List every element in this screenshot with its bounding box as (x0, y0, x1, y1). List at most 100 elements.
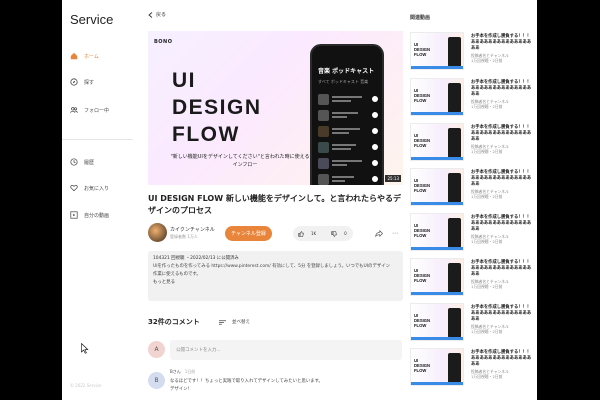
related-thumbnail[interactable]: UI DESIGN FLOW (410, 303, 464, 341)
related-video-item[interactable]: UI DESIGN FLOW お手本を作成し勝負する！！！ああああああああああああああ… (410, 303, 535, 345)
more-options-icon[interactable]: ⋯ (392, 230, 398, 237)
related-heading: 関連動画 (410, 15, 431, 21)
related-video-item[interactable]: UI DESIGN FLOW お手本を作成し勝負する！！！ああああああああああああああ… (410, 78, 535, 120)
sort-button[interactable]: 並べ替え (219, 319, 250, 325)
subscriber-count: 登録者数 1万人 (170, 234, 198, 239)
sidebar-item-history[interactable]: 履歴 (70, 155, 94, 169)
sidebar-item-my-videos[interactable]: 自分の動画 (70, 208, 109, 222)
related-video-item[interactable]: UI DESIGN FLOW お手本を作成し勝負する！！！ああああああああああああああ… (410, 258, 535, 300)
channel-name[interactable]: カイクンチャンネル (170, 226, 215, 233)
comment-author: Bさん 1日前 (170, 369, 196, 374)
sort-icon (219, 319, 226, 325)
related-phone-mockup (448, 263, 461, 293)
thumbs-down-icon (331, 230, 337, 237)
mouse-cursor-icon (81, 343, 89, 354)
related-thumbnail-title: UI DESIGN FLOW (414, 268, 431, 283)
related-title[interactable]: お手本を作成し勝負する！！！ああああああああああああああああ (471, 125, 533, 143)
sidebar-item-home[interactable]: ホーム (70, 49, 99, 63)
related-title[interactable]: お手本を作成し勝負する！！！ああああああああああああああああ (471, 350, 533, 368)
related-thumbnail[interactable]: UI DESIGN FLOW (410, 78, 464, 116)
chevron-left-icon (148, 11, 153, 18)
related-videos: 関連動画 UI DESIGN FLOW お手本を作成し勝負する！！！あああああああああ… (410, 0, 535, 400)
related-thumbnail-title: UI DESIGN FLOW (414, 42, 431, 57)
watch-progress-bar (411, 112, 463, 115)
related-thumbnail[interactable]: UI DESIGN FLOW (410, 168, 464, 206)
subscribe-button[interactable]: チャンネル登録 (225, 226, 272, 241)
sidebar-item-explore[interactable]: 探す (70, 75, 94, 89)
phone-list-item (318, 124, 378, 138)
phone-list-item (318, 172, 378, 185)
related-title[interactable]: お手本を作成し勝負する！！！ああああああああああああああああ (471, 34, 533, 52)
phone-header: 音楽 ポッドキャスト (318, 68, 375, 75)
video-description[interactable]: 104321 回視聴 ・2022/02/13 に公開済み UIを作ったものを作っ… (148, 251, 403, 301)
related-meta: 1万回視聴・2日前 (471, 374, 503, 379)
dislike-button[interactable]: 0 (326, 230, 357, 237)
phone-list-item (318, 92, 378, 106)
sidebar-item-following[interactable]: フォロー中 (70, 103, 109, 117)
watch-progress-bar (411, 66, 463, 69)
thumbnail-logo: BONO (154, 39, 173, 45)
watch-progress-bar (411, 202, 463, 205)
phone-list-item (318, 156, 378, 170)
back-button[interactable]: 戻る (148, 11, 166, 18)
sidebar-item-label: フォロー中 (84, 107, 110, 114)
user-avatar: A (148, 341, 165, 358)
video-main: 戻る BONO UI DESIGN FLOW "新しい機能UIをデザインしてくだ… (148, 0, 404, 400)
compass-icon (70, 78, 78, 86)
thumbs-up-icon (298, 230, 304, 237)
phone-list-item (318, 140, 378, 154)
phone-mockup: 音楽 ポッドキャスト すべて ポッドキャスト 音楽 (310, 44, 384, 185)
related-phone-mockup (448, 128, 461, 158)
channel-avatar[interactable] (148, 223, 167, 242)
related-title[interactable]: お手本を作成し勝負する！！！ああああああああああああああああ (471, 215, 533, 233)
related-title[interactable]: お手本を作成し勝負する！！！ああああああああああああああああ (471, 260, 533, 278)
heart-icon (70, 184, 78, 192)
copyright-text: © 2022 Service (70, 383, 102, 388)
related-thumbnail[interactable]: UI DESIGN FLOW (410, 213, 464, 251)
watch-progress-bar (411, 292, 463, 295)
watch-progress-bar (411, 157, 463, 160)
comment-avatar: B (148, 372, 165, 389)
related-video-item[interactable]: UI DESIGN FLOW お手本を作成し勝負する！！！ああああああああああああああ… (410, 348, 535, 390)
related-thumbnail[interactable]: UI DESIGN FLOW (410, 258, 464, 296)
like-count: 1K (311, 231, 317, 236)
sidebar-item-label: 探す (84, 79, 95, 86)
related-meta: 1万回視聴・2日前 (471, 104, 503, 109)
related-meta: 1万回視聴・2日前 (471, 194, 503, 199)
related-meta: 1万回視聴・2日前 (471, 329, 503, 334)
sidebar-item-label: 履歴 (84, 159, 95, 166)
watch-progress-bar (411, 247, 463, 250)
sidebar-item-favorites[interactable]: お気に入り (70, 181, 109, 195)
comment-text: なるほどです！！ちょっと実践で取り入れてデザインしてみたいと思います。 デザイン… (170, 379, 323, 392)
sidebar-divider (62, 139, 133, 140)
brand-logo[interactable]: Service (70, 12, 113, 27)
related-title[interactable]: お手本を作成し勝負する！！！ああああああああああああああああ (471, 80, 533, 98)
related-video-item[interactable]: UI DESIGN FLOW お手本を作成し勝負する！！！ああああああああああああああ… (410, 168, 535, 210)
related-meta: 1万回視聴・2日前 (471, 284, 503, 289)
related-video-item[interactable]: UI DESIGN FLOW お手本を作成し勝負する！！！ああああああああああああああ… (410, 123, 535, 165)
related-title[interactable]: お手本を作成し勝負する！！！ああああああああああああああああ (471, 170, 533, 188)
related-thumbnail-title: UI DESIGN FLOW (414, 313, 431, 328)
related-thumbnail[interactable]: UI DESIGN FLOW (410, 32, 464, 70)
related-thumbnail-title: UI DESIGN FLOW (414, 358, 431, 373)
phone-list-item (318, 108, 378, 122)
related-thumbnail[interactable]: UI DESIGN FLOW (410, 123, 464, 161)
watch-progress-bar (411, 337, 463, 340)
related-video-item[interactable]: UI DESIGN FLOW お手本を作成し勝負する！！！ああああああああああああああ… (410, 32, 535, 74)
related-video-item[interactable]: UI DESIGN FLOW お手本を作成し勝負する！！！ああああああああああああああ… (410, 213, 535, 255)
related-thumbnail[interactable]: UI DESIGN FLOW (410, 348, 464, 386)
comment-input[interactable]: 公開コメントを入力... (170, 340, 402, 360)
thumbnail-big-title: UI DESIGN FLOW (172, 69, 262, 146)
view-count-date: 104321 回視聴 ・2022/02/13 に公開済み (153, 256, 239, 261)
sidebar-item-label: ホーム (84, 53, 99, 60)
sidebar-item-label: お気に入り (84, 185, 110, 192)
like-dislike-group: 1K 0 (293, 226, 353, 241)
dislike-count: 0 (344, 231, 347, 236)
show-more-link[interactable]: もっと見る (153, 279, 398, 287)
related-title[interactable]: お手本を作成し勝負する！！！ああああああああああああああああ (471, 305, 533, 323)
sidebar-item-label: 自分の動画 (84, 212, 110, 219)
video-player[interactable]: BONO UI DESIGN FLOW "新しい機能UIをデザインしてください"… (148, 31, 403, 185)
share-icon[interactable] (375, 230, 383, 237)
like-button[interactable]: 1K (293, 230, 326, 237)
related-phone-mockup (448, 83, 461, 113)
